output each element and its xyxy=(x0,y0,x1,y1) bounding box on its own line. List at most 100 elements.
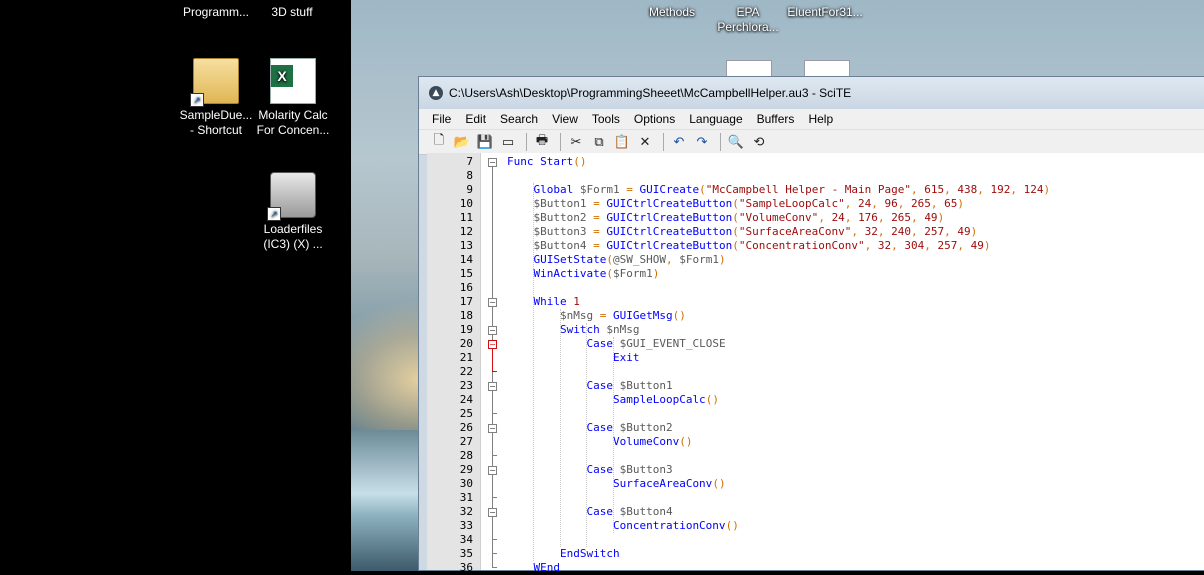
line-number: 36 xyxy=(459,561,473,574)
indent-guide xyxy=(533,183,535,561)
fold-end-marker xyxy=(492,371,497,372)
line-number: 10 xyxy=(459,197,473,210)
fold-toggle-icon[interactable]: − xyxy=(488,466,497,475)
code-line[interactable]: $Button3 = GUICtrlCreateButton("SurfaceA… xyxy=(507,225,1204,239)
code-line[interactable] xyxy=(507,281,1204,295)
toolbar: 🗋 📂 💾 ▭ 🖶 ✂ ⧉ 📋 ✕ ↶ ↷ 🔍 ⟲ xyxy=(419,130,1204,155)
desktop-icon-programming[interactable]: Programm... xyxy=(174,5,258,20)
fold-toggle-icon[interactable]: − xyxy=(488,508,497,517)
menu-search[interactable]: Search xyxy=(493,112,545,126)
code-line[interactable]: $nMsg = GUIGetMsg() xyxy=(507,309,1204,323)
scite-app-icon: ▲ xyxy=(429,86,443,100)
code-line[interactable]: $Button2 = GUICtrlCreateButton("VolumeCo… xyxy=(507,211,1204,225)
code-line[interactable]: Case $Button2 xyxy=(507,421,1204,435)
code-line[interactable]: ConcentrationConv() xyxy=(507,519,1204,533)
desktop-icon-eluent[interactable]: EluentFor31... xyxy=(783,5,867,20)
fold-end-marker xyxy=(492,455,497,456)
code-line[interactable]: WEnd xyxy=(507,561,1204,575)
shortcut-arrow-icon: ↗ xyxy=(190,93,204,107)
close-file-icon[interactable]: ▭ xyxy=(498,132,518,152)
code-line[interactable]: Func Start() xyxy=(507,155,1204,169)
code-line[interactable]: $Button1 = GUICtrlCreateButton("SampleLo… xyxy=(507,197,1204,211)
redo-icon[interactable]: ↷ xyxy=(692,132,712,152)
code-line[interactable]: Case $Button4 xyxy=(507,505,1204,519)
code-line[interactable] xyxy=(507,407,1204,421)
code-line[interactable]: SampleLoopCalc() xyxy=(507,393,1204,407)
code-line[interactable]: Case $Button1 xyxy=(507,379,1204,393)
fold-toggle-icon[interactable]: − xyxy=(488,298,497,307)
line-number: 17 xyxy=(459,295,473,308)
fold-toggle-icon[interactable]: − xyxy=(488,382,497,391)
menu-language[interactable]: Language xyxy=(682,112,749,126)
fold-margin[interactable]: − − − − − − − − xyxy=(481,153,505,570)
find-icon[interactable]: 🔍 xyxy=(726,132,746,152)
code-line[interactable]: Case $GUI_EVENT_CLOSE xyxy=(507,337,1204,351)
fold-end-marker xyxy=(492,553,497,554)
line-number: 25 xyxy=(459,407,473,420)
undo-icon[interactable]: ↶ xyxy=(669,132,689,152)
code-line[interactable]: WinActivate($Form1) xyxy=(507,267,1204,281)
indent-guide xyxy=(586,323,588,547)
code-line[interactable]: Switch $nMsg xyxy=(507,323,1204,337)
line-number: 20 xyxy=(459,337,473,350)
window-title: C:\Users\Ash\Desktop\ProgrammingSheeet\M… xyxy=(449,86,852,100)
desktop-icon-epa-perchlorate[interactable]: EPA Perchlora... xyxy=(706,5,790,35)
line-number: 14 xyxy=(459,253,473,266)
code-line[interactable] xyxy=(507,533,1204,547)
code-line[interactable]: Case $Button3 xyxy=(507,463,1204,477)
desktop-icon-label-line2: Perchlora... xyxy=(717,20,779,34)
scite-window: ▲ C:\Users\Ash\Desktop\ProgrammingSheeet… xyxy=(418,76,1204,574)
code-line[interactable] xyxy=(507,449,1204,463)
cut-icon[interactable]: ✂ xyxy=(566,132,586,152)
desktop-icon-sampledue-shortcut[interactable]: ↗ SampleDue... - Shortcut xyxy=(174,58,258,138)
fold-toggle-icon[interactable]: − xyxy=(488,158,497,167)
new-file-icon[interactable]: 🗋 xyxy=(429,132,449,152)
desktop-icon-label: Molarity Calc xyxy=(258,108,328,122)
desktop-icon-label: Programm... xyxy=(182,5,249,19)
shortcut-arrow-icon: ↗ xyxy=(267,207,281,221)
code-line[interactable] xyxy=(507,491,1204,505)
code-text-area[interactable]: Func Start() Global $Form1 = GUICreate("… xyxy=(505,153,1204,574)
toolbar-separator xyxy=(560,133,561,151)
line-number: 13 xyxy=(459,239,473,252)
desktop-icon-methods[interactable]: Methods xyxy=(630,5,714,20)
fold-toggle-icon[interactable]: − xyxy=(488,326,497,335)
save-icon[interactable]: 💾 xyxy=(475,132,495,152)
line-number: 9 xyxy=(466,183,473,196)
replace-icon[interactable]: ⟲ xyxy=(749,132,769,152)
code-line[interactable]: Global $Form1 = GUICreate("McCampbell He… xyxy=(507,183,1204,197)
code-line[interactable]: SurfaceAreaConv() xyxy=(507,477,1204,491)
code-line[interactable] xyxy=(507,365,1204,379)
delete-icon[interactable]: ✕ xyxy=(635,132,655,152)
copy-icon[interactable]: ⧉ xyxy=(589,132,609,152)
paste-icon[interactable]: 📋 xyxy=(612,132,632,152)
menu-file[interactable]: File xyxy=(425,112,458,126)
menu-tools[interactable]: Tools xyxy=(585,112,627,126)
menu-edit[interactable]: Edit xyxy=(458,112,493,126)
menu-options[interactable]: Options xyxy=(627,112,682,126)
menu-buffers[interactable]: Buffers xyxy=(750,112,802,126)
menu-help[interactable]: Help xyxy=(801,112,840,126)
open-folder-icon[interactable]: 📂 xyxy=(452,132,472,152)
code-line[interactable]: While 1 xyxy=(507,295,1204,309)
fold-toggle-icon[interactable]: − xyxy=(488,424,497,433)
desktop-icon-3d-stuff[interactable]: 3D stuff xyxy=(250,5,334,20)
desktop-icon-molarity-calc[interactable]: X Molarity Calc For Concen... xyxy=(251,58,335,138)
line-number: 7 xyxy=(466,155,473,168)
code-line[interactable]: GUISetState(@SW_SHOW, $Form1) xyxy=(507,253,1204,267)
window-titlebar[interactable]: ▲ C:\Users\Ash\Desktop\ProgrammingSheeet… xyxy=(419,77,1204,109)
code-line[interactable]: EndSwitch xyxy=(507,547,1204,561)
code-line[interactable]: VolumeConv() xyxy=(507,435,1204,449)
code-line[interactable]: Exit xyxy=(507,351,1204,365)
print-icon[interactable]: 🖶 xyxy=(532,132,552,152)
menu-view[interactable]: View xyxy=(545,112,585,126)
line-number: 15 xyxy=(459,267,473,280)
code-line[interactable]: $Button4 = GUICtrlCreateButton("Concentr… xyxy=(507,239,1204,253)
fold-line xyxy=(492,348,493,372)
line-number: 31 xyxy=(459,491,473,504)
line-number: 24 xyxy=(459,393,473,406)
menu-bar: File Edit Search View Tools Options Lang… xyxy=(419,109,1204,130)
code-line[interactable] xyxy=(507,169,1204,183)
desktop-icon-loaderfiles[interactable]: ↗ Loaderfiles (IC3) (X) ... xyxy=(251,172,335,252)
code-editor[interactable]: 7 8 9 10 11 12 13 14 15 16 17 18 19 20 21 22 23 24 25 26 27 2… xyxy=(427,153,1204,574)
